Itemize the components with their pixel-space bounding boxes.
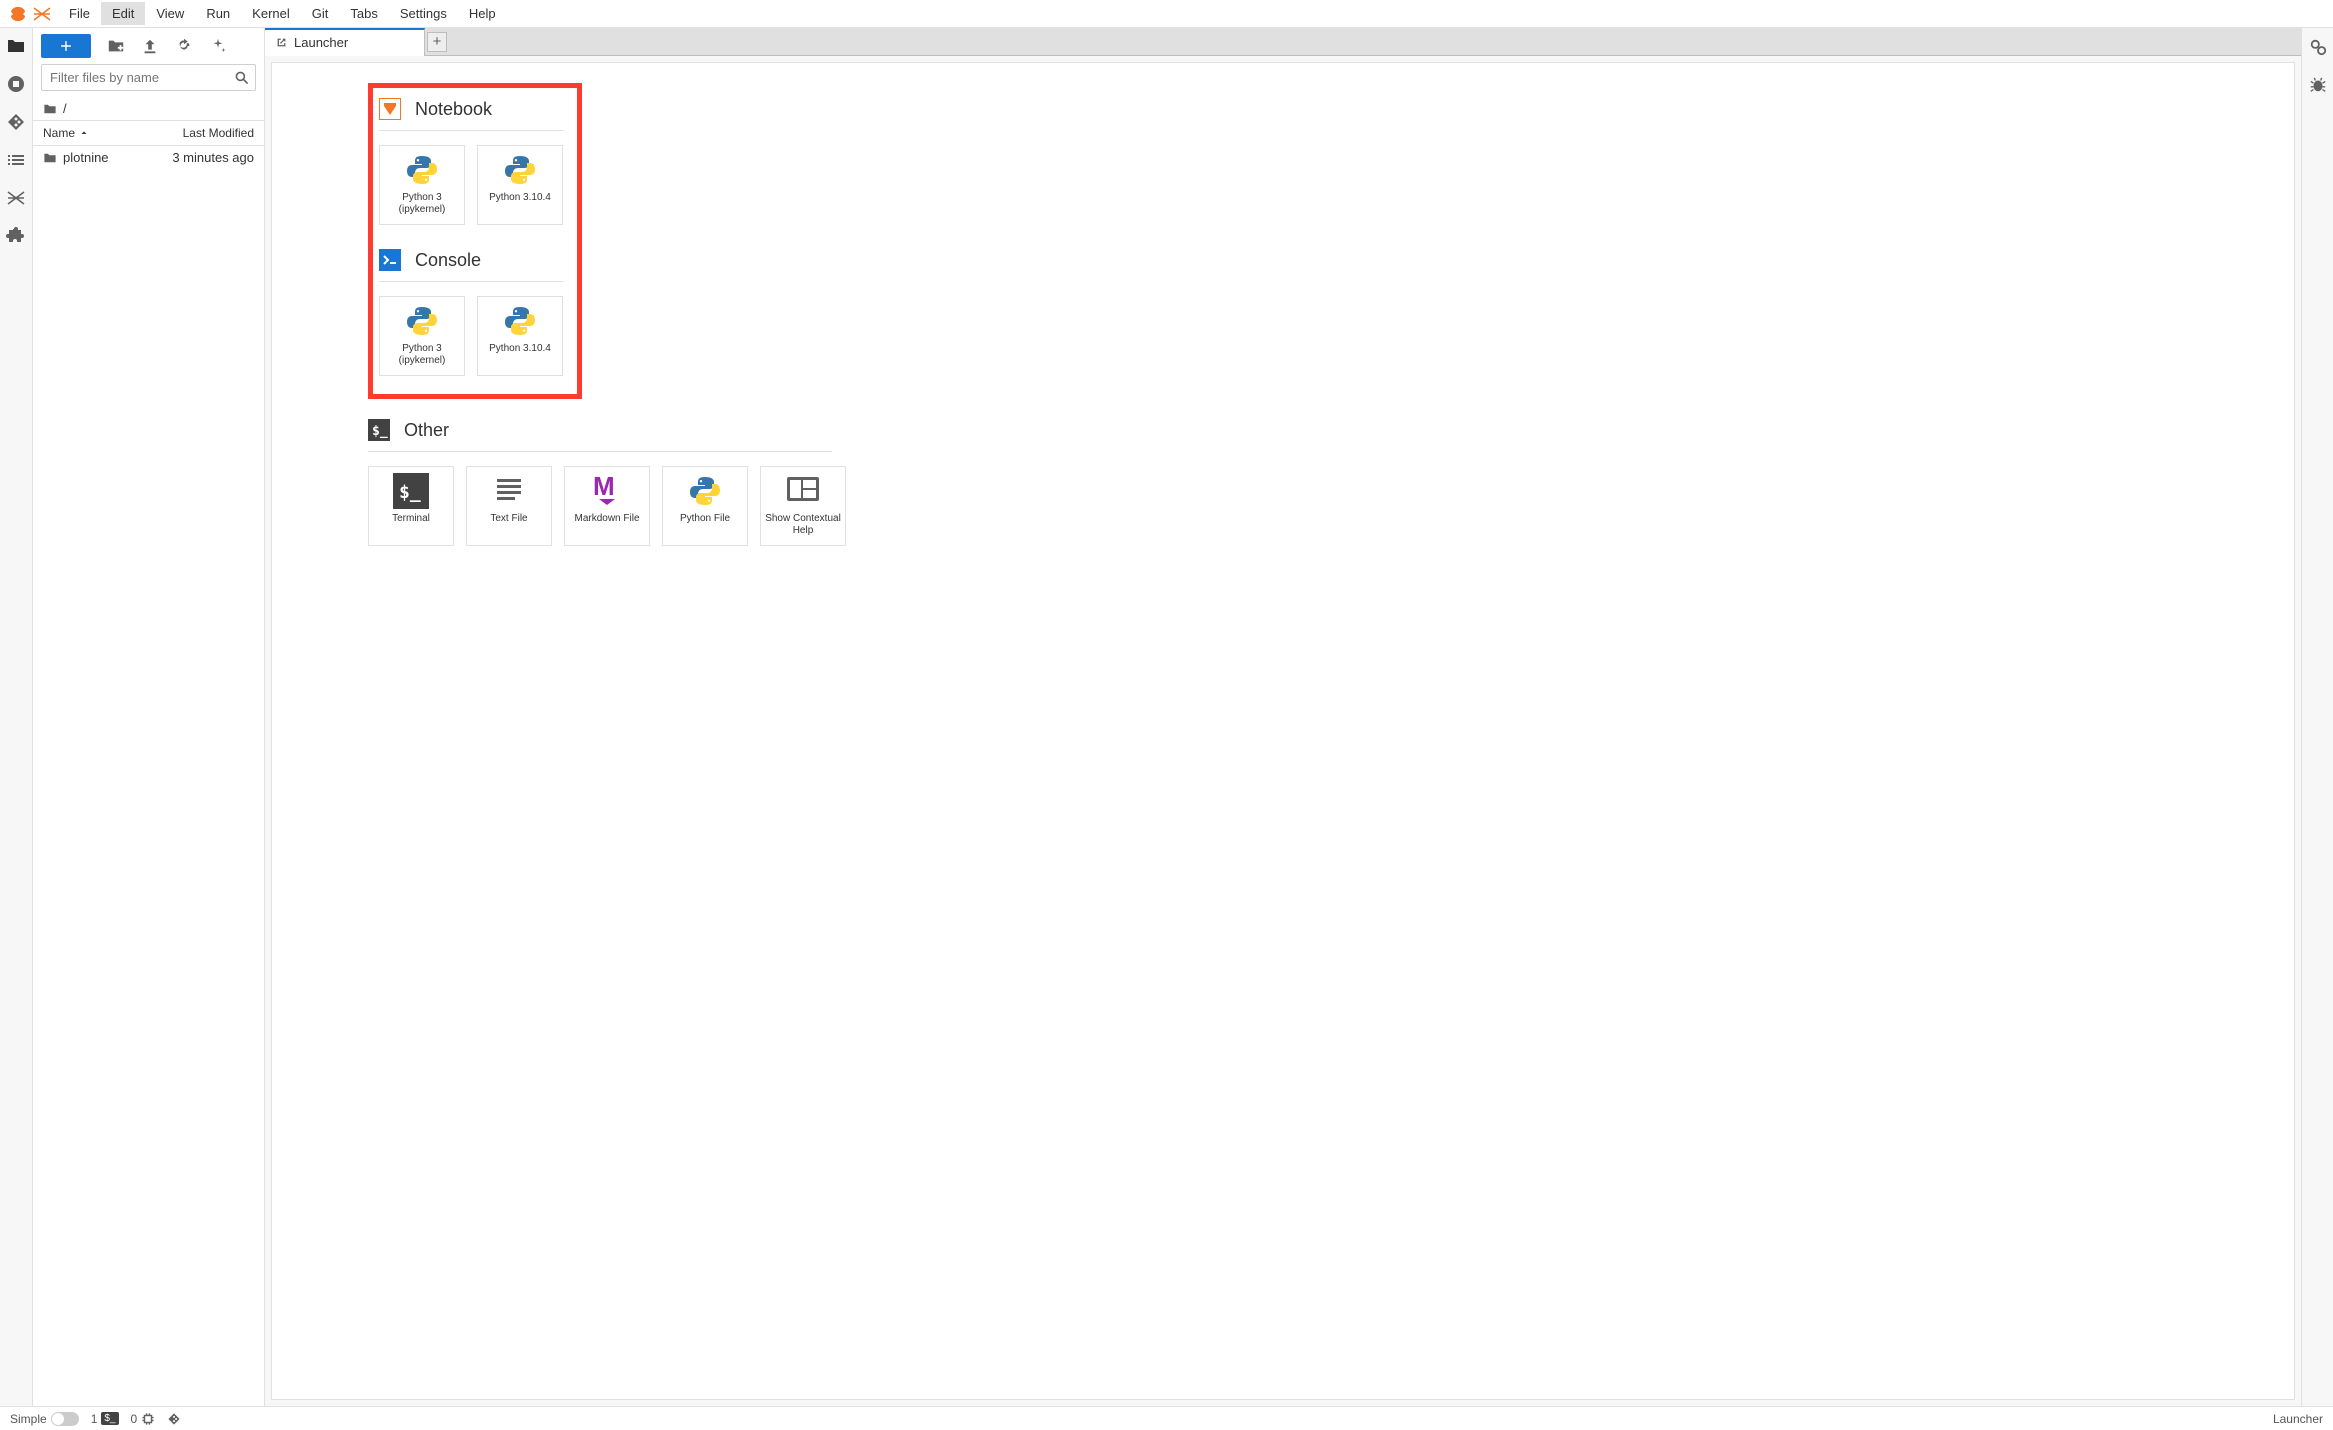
launcher-body: Notebook Python 3 (ipykernel) Python 3.10… bbox=[271, 62, 2295, 1400]
python-icon bbox=[687, 473, 723, 509]
breadcrumb-path: / bbox=[63, 101, 67, 116]
menubar: FileEditViewRunKernelGitTabsSettingsHelp bbox=[0, 0, 2333, 28]
section-title: Notebook bbox=[415, 99, 492, 120]
column-modified[interactable]: Last Modified bbox=[183, 126, 254, 140]
terminals-status[interactable]: 1 $_ bbox=[91, 1412, 119, 1426]
tab-bar: Launcher + bbox=[265, 28, 2301, 56]
menu-help[interactable]: Help bbox=[458, 2, 507, 25]
tab-launcher[interactable]: Launcher bbox=[265, 28, 425, 56]
launcher-card[interactable]: Python 3.10.4 bbox=[477, 145, 563, 225]
git-init-icon[interactable] bbox=[209, 37, 227, 55]
card-label: Terminal bbox=[392, 513, 430, 525]
activity-bar bbox=[0, 28, 33, 1406]
launcher-card[interactable]: Markdown File bbox=[564, 466, 650, 546]
python-icon bbox=[502, 152, 538, 188]
highlight-annotation: Notebook Python 3 (ipykernel) Python 3.10… bbox=[368, 83, 582, 399]
netlogo-icon bbox=[32, 4, 52, 24]
jupyter-logo-icon bbox=[8, 4, 28, 24]
card-label: Python 3 (ipykernel) bbox=[384, 192, 460, 216]
column-name[interactable]: Name bbox=[43, 126, 89, 140]
launcher-card[interactable]: Show Contextual Help bbox=[760, 466, 846, 546]
toggle-switch-icon bbox=[51, 1412, 79, 1426]
new-folder-icon[interactable] bbox=[107, 37, 125, 55]
menu-file[interactable]: File bbox=[58, 2, 101, 25]
menu-edit[interactable]: Edit bbox=[101, 2, 145, 25]
menu-kernel[interactable]: Kernel bbox=[241, 2, 301, 25]
extensions-icon[interactable] bbox=[6, 226, 26, 246]
card-label: Markdown File bbox=[574, 513, 639, 525]
card-label: Text File bbox=[490, 513, 527, 525]
simple-mode-toggle[interactable]: Simple bbox=[10, 1412, 79, 1426]
notebook-section-icon bbox=[379, 98, 401, 120]
textfile-icon bbox=[491, 473, 527, 509]
filebrowser-icon[interactable] bbox=[6, 36, 26, 56]
launcher-card[interactable]: Python File bbox=[662, 466, 748, 546]
git-icon[interactable] bbox=[6, 112, 26, 132]
status-right: Launcher bbox=[2273, 1412, 2323, 1426]
card-label: Python 3 (ipykernel) bbox=[384, 343, 460, 367]
terminal-badge-icon: $_ bbox=[101, 1412, 118, 1425]
menu-tabs[interactable]: Tabs bbox=[339, 2, 388, 25]
menu-view[interactable]: View bbox=[145, 2, 195, 25]
launcher-card[interactable]: Terminal bbox=[368, 466, 454, 546]
help-icon bbox=[785, 473, 821, 509]
file-toolbar bbox=[33, 28, 264, 64]
card-label: Python File bbox=[680, 513, 730, 525]
property-inspector-icon[interactable] bbox=[2309, 38, 2327, 56]
kernels-status[interactable]: 0 bbox=[131, 1412, 156, 1426]
launcher-card[interactable]: Text File bbox=[466, 466, 552, 546]
menu-run[interactable]: Run bbox=[195, 2, 241, 25]
breadcrumb[interactable]: / bbox=[33, 97, 264, 121]
upload-icon[interactable] bbox=[141, 37, 159, 55]
python-icon bbox=[404, 303, 440, 339]
launcher-card[interactable]: Python 3.10.4 bbox=[477, 296, 563, 376]
filter-box bbox=[41, 64, 256, 91]
git-status-icon bbox=[167, 1412, 181, 1426]
file-name: plotnine bbox=[63, 150, 109, 165]
section-notebook: Notebook Python 3 (ipykernel) Python 3.10… bbox=[379, 98, 563, 225]
tab-label: Launcher bbox=[294, 35, 348, 50]
menu-git[interactable]: Git bbox=[301, 2, 340, 25]
python-icon bbox=[502, 303, 538, 339]
python-icon bbox=[404, 152, 440, 188]
section-title: Other bbox=[404, 420, 449, 441]
new-launcher-button[interactable] bbox=[41, 34, 91, 58]
main-content: Launcher + Notebook Python 3 (ipykernel)… bbox=[265, 28, 2301, 1406]
file-row[interactable]: plotnine 3 minutes ago bbox=[33, 146, 264, 169]
listing-header: Name Last Modified bbox=[33, 121, 264, 146]
section-title: Console bbox=[415, 250, 481, 271]
status-bar: Simple 1 $_ 0 Launcher bbox=[0, 1406, 2333, 1430]
terminal-icon bbox=[393, 473, 429, 509]
refresh-icon[interactable] bbox=[175, 37, 193, 55]
debugger-icon[interactable] bbox=[2309, 76, 2327, 94]
launcher-card[interactable]: Python 3 (ipykernel) bbox=[379, 296, 465, 376]
other-section-icon bbox=[368, 419, 390, 441]
folder-icon bbox=[43, 151, 57, 165]
toc-icon[interactable] bbox=[6, 150, 26, 170]
launcher-card[interactable]: Python 3 (ipykernel) bbox=[379, 145, 465, 225]
nbdime-icon[interactable] bbox=[6, 188, 26, 208]
markdown-icon bbox=[589, 473, 625, 509]
launcher-tab-icon bbox=[275, 36, 288, 49]
section-console: Console Python 3 (ipykernel) Python 3.10.… bbox=[379, 249, 563, 376]
git-status[interactable] bbox=[167, 1412, 181, 1426]
right-sidebar bbox=[2301, 28, 2333, 1406]
section-other: Other Terminal Text File Markdown File Pyth… bbox=[368, 419, 2294, 546]
filter-input[interactable] bbox=[41, 64, 256, 91]
file-browser-panel: / Name Last Modified plotnine 3 minutes a… bbox=[33, 28, 265, 1406]
logo-group bbox=[2, 4, 58, 24]
menu-settings[interactable]: Settings bbox=[389, 2, 458, 25]
card-label: Python 3.10.4 bbox=[489, 192, 551, 204]
file-listing: plotnine 3 minutes ago bbox=[33, 146, 264, 1406]
card-label: Show Contextual Help bbox=[765, 513, 841, 537]
add-tab-button[interactable]: + bbox=[427, 32, 447, 52]
running-icon[interactable] bbox=[6, 74, 26, 94]
console-section-icon bbox=[379, 249, 401, 271]
card-label: Python 3.10.4 bbox=[489, 343, 551, 355]
kernel-chip-icon bbox=[141, 1412, 155, 1426]
file-modified: 3 minutes ago bbox=[172, 150, 254, 165]
folder-icon bbox=[43, 102, 57, 116]
search-icon bbox=[234, 70, 250, 86]
